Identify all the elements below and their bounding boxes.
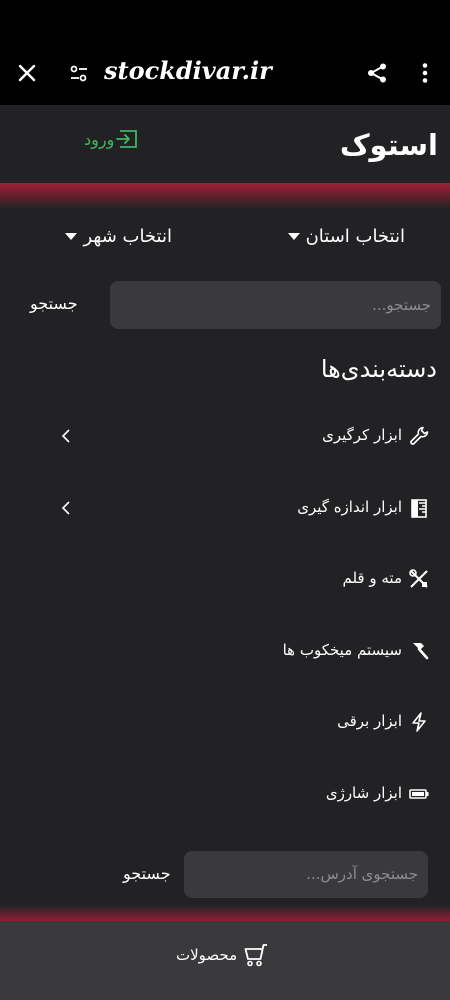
category-item-nailing-systems[interactable]: سیستم میخکوب ها — [0, 627, 450, 677]
tools-icon — [408, 568, 430, 590]
caret-down-icon — [287, 233, 300, 240]
header-divider-glow — [0, 183, 450, 209]
url-text[interactable]: stockdivar.ir — [104, 56, 272, 85]
city-select-label: انتخاب شهر — [83, 226, 172, 247]
lightning-icon — [408, 711, 430, 733]
category-item-measuring-tools[interactable]: ابزار اندازه گیری — [0, 484, 450, 534]
login-label: ورود — [84, 129, 115, 149]
province-select-label: انتخاب استان — [305, 226, 405, 247]
cart-icon — [241, 941, 269, 969]
city-select[interactable]: انتخاب شهر — [65, 226, 172, 247]
search-button[interactable]: جستجو — [30, 294, 78, 313]
address-search-button[interactable]: جستجو — [123, 864, 171, 883]
category-item-cordless-tools[interactable]: ابزار شارژی — [0, 770, 450, 820]
brand-title[interactable]: استوک — [340, 128, 438, 162]
category-label: مته و قلم — [342, 569, 402, 587]
page-settings-icon[interactable] — [66, 61, 92, 87]
login-icon — [114, 127, 140, 151]
chevron-left-icon — [58, 426, 74, 446]
category-label: سیستم میخکوب ها — [282, 641, 402, 659]
category-item-core-drilling[interactable]: ابزار کرگیری — [0, 412, 450, 462]
more-options-icon[interactable] — [412, 60, 438, 86]
battery-icon — [408, 783, 430, 805]
nav-item-products-label: محصولات — [176, 946, 238, 964]
chevron-left-icon — [58, 498, 74, 518]
caret-down-icon — [65, 233, 78, 240]
hammer-icon — [408, 640, 430, 662]
category-item-drill-bits[interactable]: مته و قلم — [0, 555, 450, 605]
ruler-icon — [408, 497, 430, 519]
address-search-input[interactable]: جستجوی آدرس... — [184, 851, 428, 898]
category-item-power-tools[interactable]: ابزار برقی — [0, 698, 450, 748]
category-label: ابزار اندازه گیری — [297, 498, 402, 516]
province-select[interactable]: انتخاب استان — [287, 226, 405, 247]
categories-title: دسته‌بندی‌ها — [320, 355, 437, 383]
browser-toolbar: stockdivar.ir — [0, 0, 450, 105]
category-label: ابزار شارژی — [325, 784, 402, 802]
share-icon[interactable] — [364, 60, 390, 86]
category-label: ابزار برقی — [337, 712, 402, 730]
wrench-icon — [408, 425, 430, 447]
nav-item-products[interactable]: محصولات — [176, 941, 269, 969]
close-icon[interactable] — [14, 60, 40, 86]
search-input[interactable]: جستجو... — [110, 281, 441, 329]
category-label: ابزار کرگیری — [322, 426, 402, 444]
login-link[interactable]: ورود — [84, 127, 140, 151]
